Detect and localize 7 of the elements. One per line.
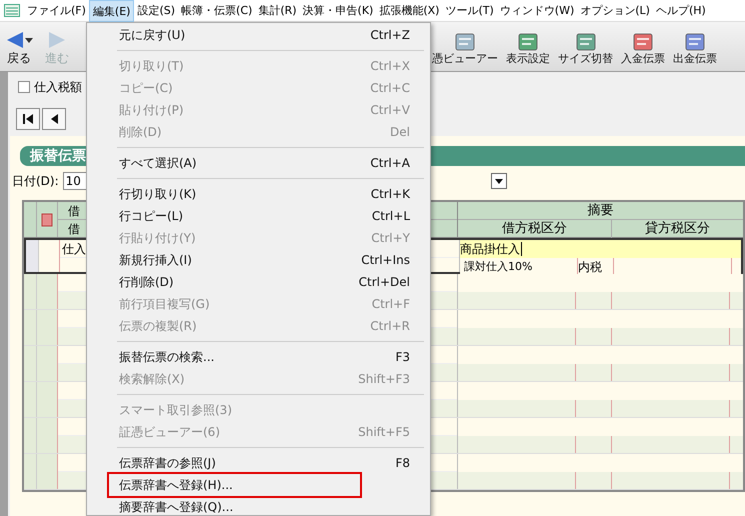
column-header: 貸方税区分 (644, 220, 711, 238)
column-header: 借方税区分 (458, 220, 612, 238)
checkbox-label: 仕入税額 (34, 79, 82, 96)
date-label: 日付(D): (12, 173, 59, 190)
column-header: 借 (68, 222, 80, 236)
column-header: 摘要 (458, 202, 743, 220)
column-header: 借 (68, 204, 80, 218)
